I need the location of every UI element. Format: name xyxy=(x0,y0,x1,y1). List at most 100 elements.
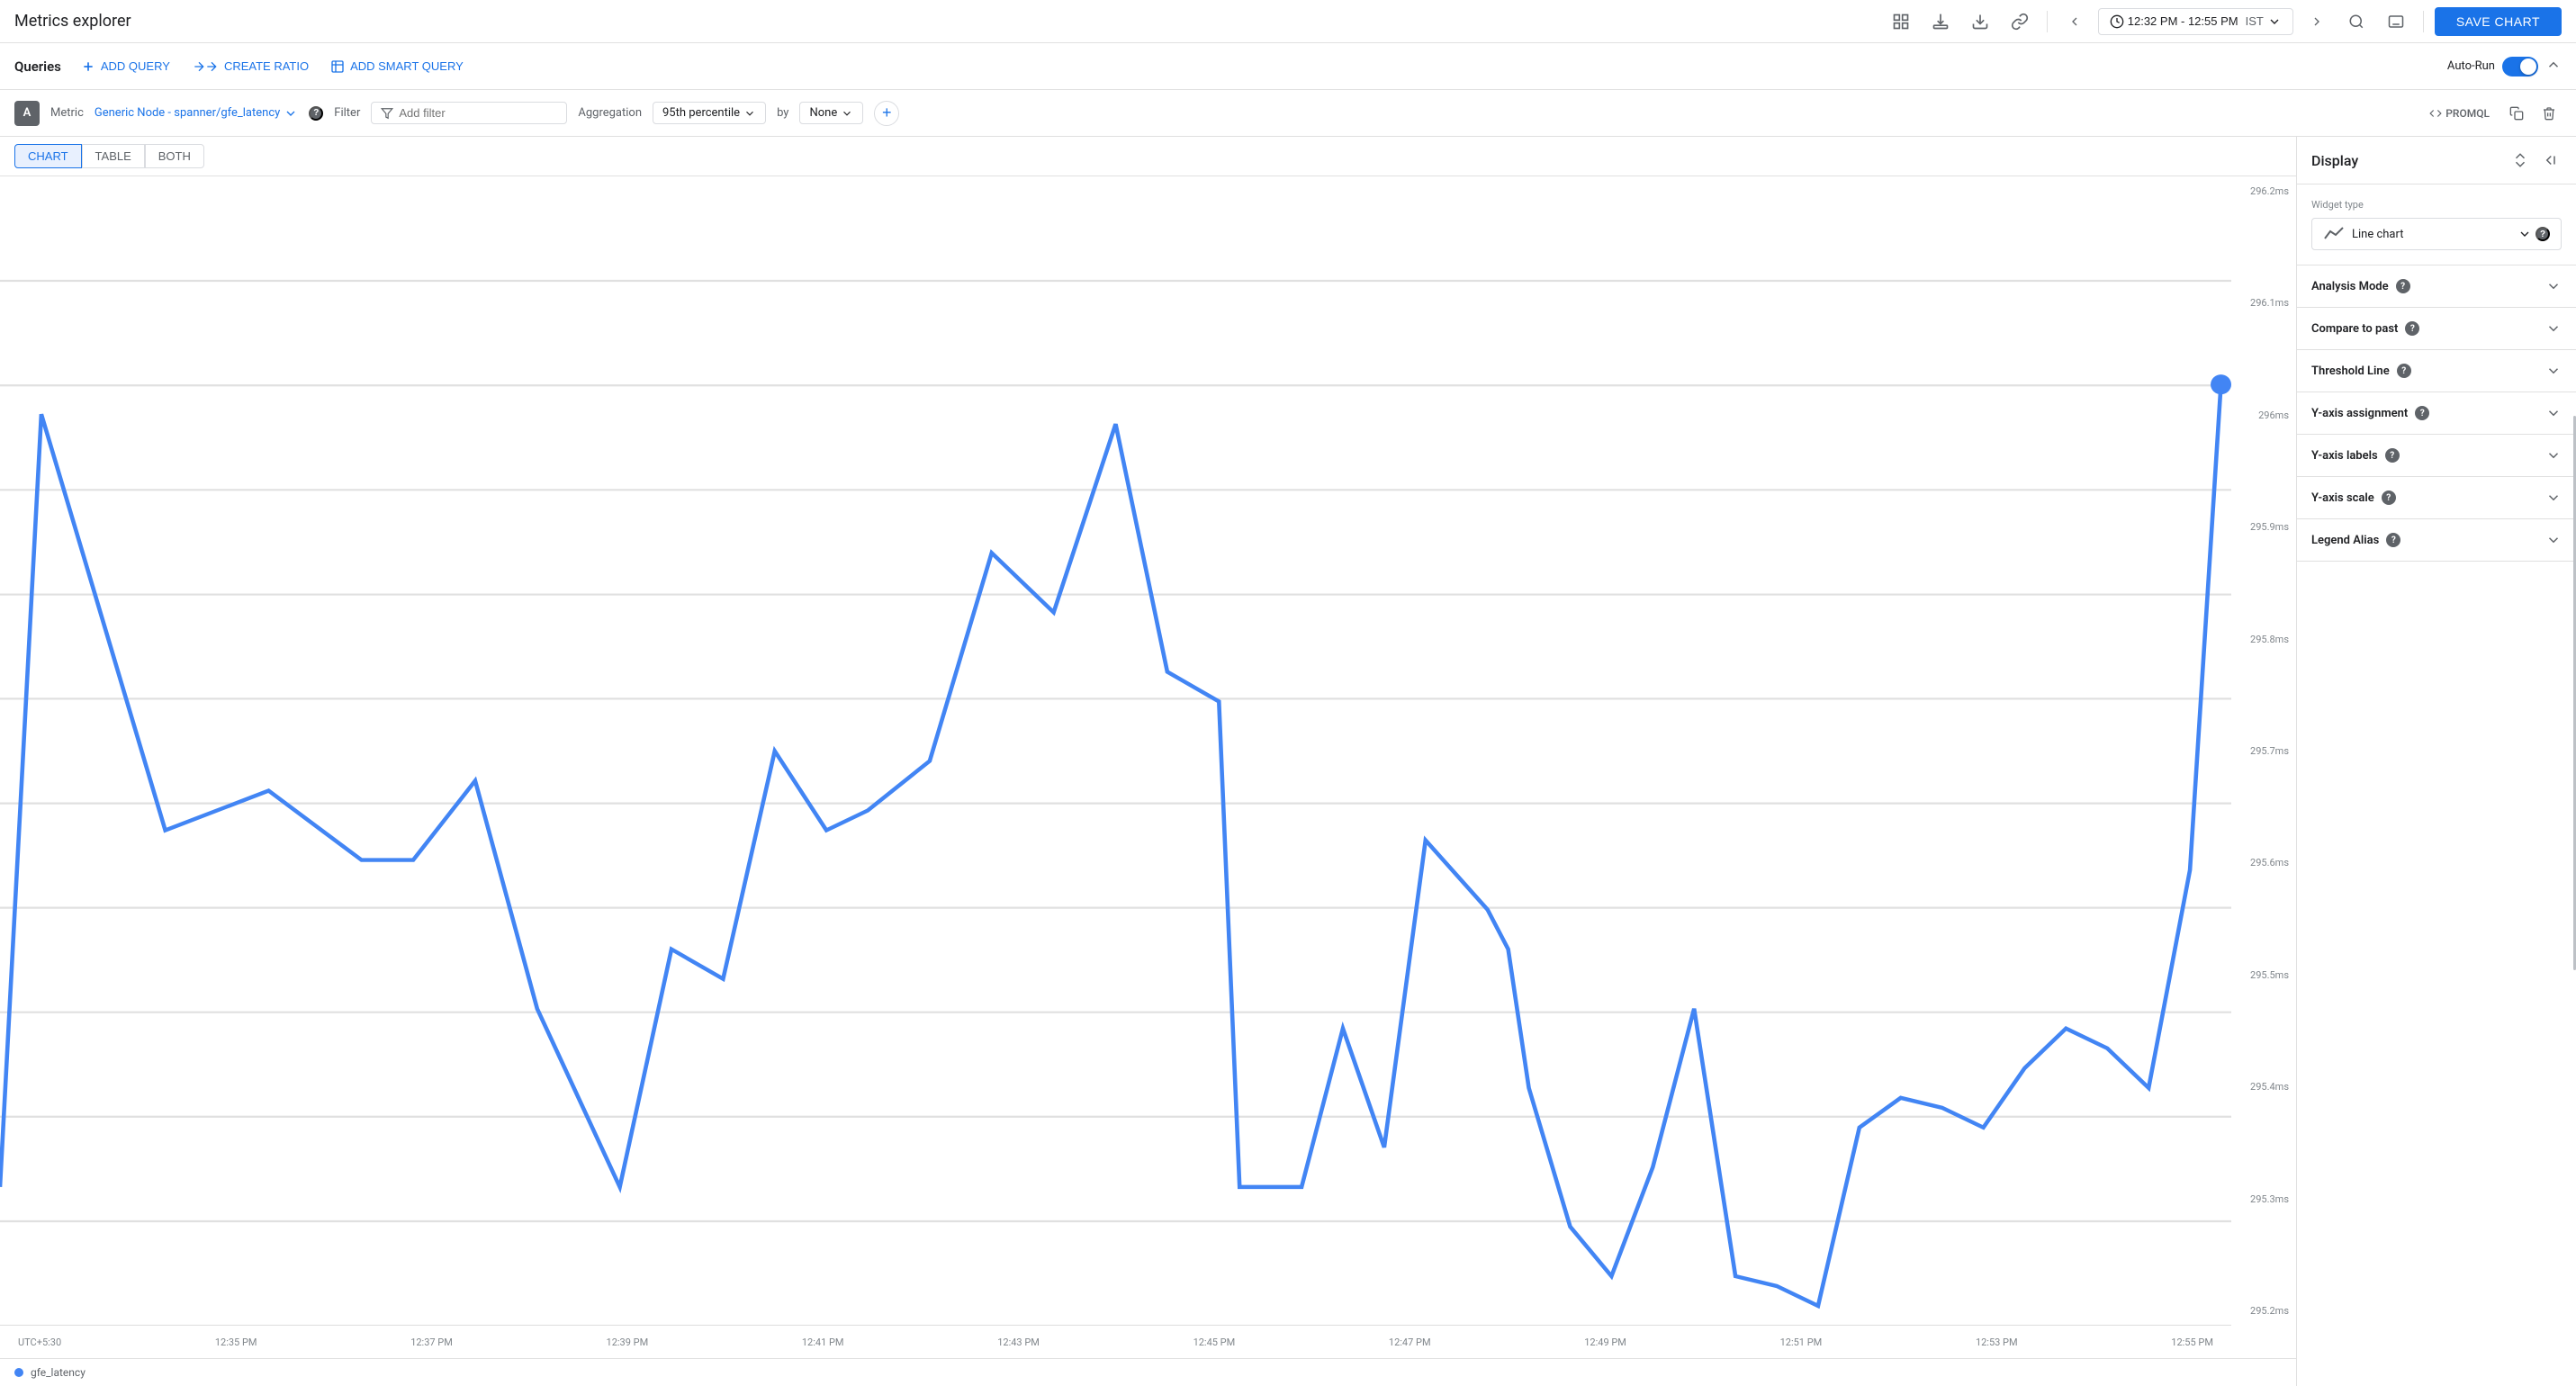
line-chart-icon xyxy=(2323,226,2345,242)
add-filter-plus-btn[interactable]: + xyxy=(874,101,899,126)
tab-chart[interactable]: CHART xyxy=(14,144,82,168)
metric-label: Metric xyxy=(50,106,84,120)
chart-container: CHART TABLE BOTH 296.2ms 296.1ms 296ms 2… xyxy=(0,137,2297,1386)
y-label-9: 295.3ms xyxy=(2250,1193,2289,1205)
metric-value-text: Generic Node - spanner/gfe_latency xyxy=(95,106,280,120)
y-axis-labels-row[interactable]: Y-axis labels ? xyxy=(2297,435,2576,476)
search-btn[interactable] xyxy=(2340,5,2373,38)
share-btn[interactable] xyxy=(2004,5,2036,38)
legend-alias-chevron xyxy=(2545,532,2562,548)
widget-type-dropdown-icon xyxy=(2517,227,2532,241)
analysis-mode-chevron xyxy=(2545,278,2562,294)
y-axis-scale-row[interactable]: Y-axis scale ? xyxy=(2297,477,2576,518)
threshold-line-chevron xyxy=(2545,363,2562,379)
legend-area: gfe_latency xyxy=(0,1358,2296,1386)
compare-to-past-section: Compare to past ? xyxy=(2297,308,2576,350)
create-ratio-label: CREATE RATIO xyxy=(224,59,309,73)
delete-query-btn[interactable] xyxy=(2536,101,2562,126)
queries-label: Queries xyxy=(14,58,61,75)
legend-alias-row[interactable]: Legend Alias ? xyxy=(2297,519,2576,561)
y-axis-assignment-row[interactable]: Y-axis assignment ? xyxy=(2297,392,2576,434)
widget-type-label: Widget type xyxy=(2311,199,2562,211)
app-header: Metrics explorer 12:32 PM - 12:55 PM IST xyxy=(0,0,2576,43)
keyboard-shortcuts-btn[interactable] xyxy=(2380,5,2412,38)
add-query-btn[interactable]: ADD QUERY xyxy=(72,54,179,79)
duplicate-query-btn[interactable] xyxy=(2504,101,2529,126)
chart-svg-container xyxy=(0,176,2231,1326)
display-panel-title: Display xyxy=(2311,152,2358,169)
display-header-icons xyxy=(2508,148,2562,173)
query-badge-a: A xyxy=(14,101,40,126)
auto-run-area: Auto-Run xyxy=(2447,57,2562,76)
y-axis-assignment-chevron xyxy=(2545,405,2562,421)
y-axis-scale-section: Y-axis scale ? xyxy=(2297,477,2576,519)
timezone-text: IST xyxy=(2246,14,2264,28)
aggregation-selector[interactable]: 95th percentile xyxy=(653,102,766,124)
x-label-9: 12:51 PM xyxy=(1780,1336,1823,1348)
display-collapse-right-btn[interactable] xyxy=(2536,148,2562,173)
x-label-1: 12:35 PM xyxy=(215,1336,257,1348)
compare-to-past-row[interactable]: Compare to past ? xyxy=(2297,308,2576,349)
widget-type-help-btn[interactable]: ? xyxy=(2535,227,2550,241)
download-btn[interactable] xyxy=(1964,5,1996,38)
section-left: Threshold Line ? xyxy=(2311,364,2411,378)
y-axis-labels: 296.2ms 296.1ms 296ms 295.9ms 295.8ms 29… xyxy=(2250,176,2289,1326)
widget-icon-btn[interactable] xyxy=(1885,5,1917,38)
next-time-btn[interactable] xyxy=(2301,5,2333,38)
by-label: by xyxy=(777,106,788,120)
y-label-8: 295.4ms xyxy=(2250,1081,2289,1093)
add-smart-query-btn[interactable]: ADD SMART QUERY xyxy=(321,54,473,79)
prev-time-btn[interactable] xyxy=(2058,5,2091,38)
display-expand-btn[interactable] xyxy=(2508,148,2533,173)
y-axis-labels-help[interactable]: ? xyxy=(2385,448,2400,463)
y-label-10: 295.2ms xyxy=(2250,1305,2289,1317)
widget-type-selector[interactable]: Line chart ? xyxy=(2311,218,2562,250)
metric-selector[interactable]: Generic Node - spanner/gfe_latency xyxy=(95,106,298,121)
save-chart-button[interactable]: SAVE CHART xyxy=(2435,7,2562,36)
add-to-dashboard-btn[interactable] xyxy=(1924,5,1957,38)
threshold-line-row[interactable]: Threshold Line ? xyxy=(2297,350,2576,392)
y-label-1: 296.1ms xyxy=(2250,297,2289,309)
threshold-line-help[interactable]: ? xyxy=(2397,364,2411,378)
time-range-picker[interactable]: 12:32 PM - 12:55 PM IST xyxy=(2098,8,2293,35)
main-content: CHART TABLE BOTH 296.2ms 296.1ms 296ms 2… xyxy=(0,137,2576,1386)
y-axis-labels-title: Y-axis labels xyxy=(2311,449,2378,463)
legend-alias-help[interactable]: ? xyxy=(2386,533,2400,547)
chart-svg xyxy=(0,176,2231,1326)
y-label-5: 295.7ms xyxy=(2250,745,2289,757)
promql-btn[interactable]: PROMQL xyxy=(2422,104,2497,123)
y-axis-scale-chevron xyxy=(2545,490,2562,506)
group-by-value: None xyxy=(809,106,837,120)
analysis-mode-help[interactable]: ? xyxy=(2396,279,2410,293)
x-label-8: 12:49 PM xyxy=(1584,1336,1626,1348)
y-axis-assignment-section: Y-axis assignment ? xyxy=(2297,392,2576,435)
tab-both[interactable]: BOTH xyxy=(145,144,204,168)
auto-run-label: Auto-Run xyxy=(2447,59,2495,73)
y-axis-assignment-title: Y-axis assignment xyxy=(2311,407,2408,420)
y-axis-assignment-help[interactable]: ? xyxy=(2415,406,2429,420)
y-label-7: 295.5ms xyxy=(2250,969,2289,981)
chart-area: 296.2ms 296.1ms 296ms 295.9ms 295.8ms 29… xyxy=(0,176,2296,1358)
auto-run-toggle[interactable] xyxy=(2502,57,2538,76)
compare-to-past-help[interactable]: ? xyxy=(2405,321,2419,336)
x-label-11: 12:55 PM xyxy=(2171,1336,2213,1348)
filter-label: Filter xyxy=(334,106,360,120)
widget-type-section: Widget type Line chart ? xyxy=(2297,184,2576,266)
filter-input[interactable] xyxy=(399,106,557,120)
section-left: Y-axis labels ? xyxy=(2311,448,2400,463)
filter-area[interactable] xyxy=(371,102,567,124)
x-label-10: 12:53 PM xyxy=(1976,1336,2018,1348)
analysis-mode-section: Analysis Mode ? xyxy=(2297,266,2576,308)
y-axis-scale-help[interactable]: ? xyxy=(2382,490,2396,505)
create-ratio-btn[interactable]: CREATE RATIO xyxy=(183,54,318,79)
metric-help-btn[interactable]: ? xyxy=(309,106,323,121)
analysis-mode-row[interactable]: Analysis Mode ? xyxy=(2297,266,2576,307)
legend-alias-title: Legend Alias xyxy=(2311,534,2379,547)
queries-bar: Queries ADD QUERY CREATE RATIO ADD SMART… xyxy=(0,43,2576,90)
x-axis-labels: UTC+5:30 12:35 PM 12:37 PM 12:39 PM 12:4… xyxy=(0,1326,2231,1358)
queries-actions: ADD QUERY CREATE RATIO ADD SMART QUERY xyxy=(72,54,473,79)
tab-table[interactable]: TABLE xyxy=(82,144,145,168)
y-label-4: 295.8ms xyxy=(2250,634,2289,645)
group-by-selector[interactable]: None xyxy=(799,102,863,124)
collapse-btn[interactable] xyxy=(2545,57,2562,76)
